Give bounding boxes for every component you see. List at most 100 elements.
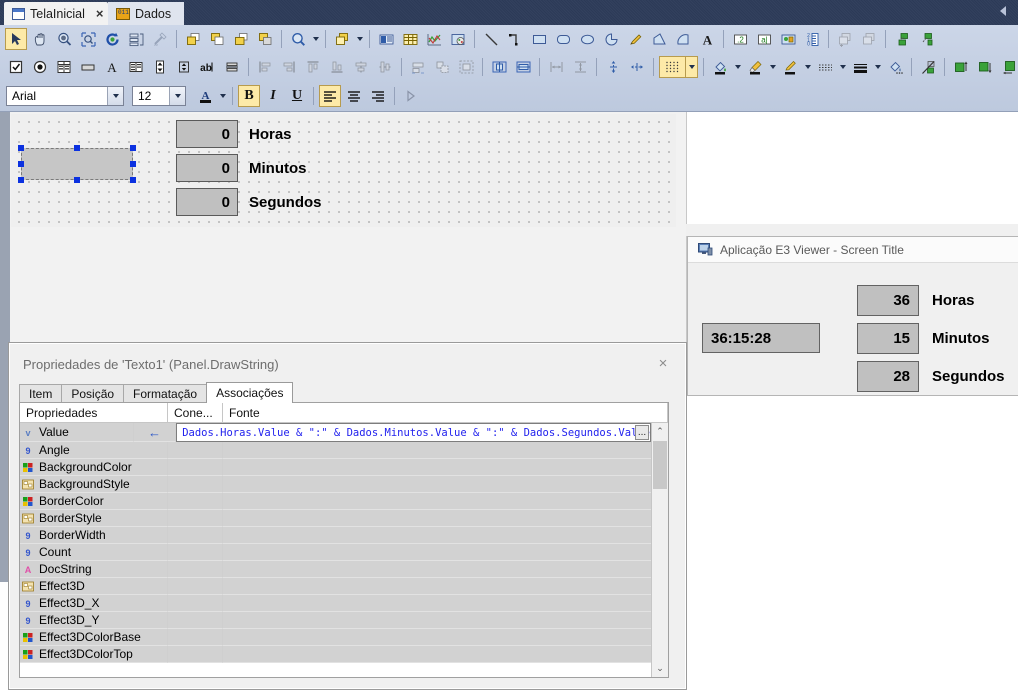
font-size-dropdown-icon[interactable] <box>169 87 185 105</box>
row-property-cell[interactable]: A DocString <box>20 561 168 578</box>
make-same-size-tool[interactable] <box>431 56 453 78</box>
italic-button[interactable]: I <box>262 85 284 107</box>
row-source-cell[interactable] <box>223 442 651 459</box>
tab-formatacao[interactable]: Formatação <box>123 384 208 403</box>
row-source-cell[interactable] <box>223 510 651 527</box>
table-row[interactable]: 9 Effect3D_Y <box>20 612 651 629</box>
scrollbar-thumb[interactable] <box>653 441 667 489</box>
row-connection-cell[interactable] <box>168 544 223 561</box>
group-tool[interactable] <box>331 28 353 50</box>
selected-text-object[interactable] <box>21 148 133 180</box>
center-horizontally-tool[interactable] <box>488 56 510 78</box>
row-connection-cell[interactable] <box>168 612 223 629</box>
table-row[interactable]: 9 Effect3D_X <box>20 595 651 612</box>
row-property-cell[interactable]: Effect3DColorBase <box>20 629 168 646</box>
toolbar-overflow-icon[interactable] <box>400 85 422 107</box>
font-size-combo[interactable]: 12 <box>132 86 186 106</box>
distribute-horizontal-tool[interactable] <box>602 56 624 78</box>
table-row[interactable]: BackgroundColor <box>20 459 651 476</box>
tab-item[interactable]: Item <box>19 384 63 403</box>
link-object-tool[interactable] <box>891 28 913 50</box>
row-source-cell[interactable] <box>223 476 651 493</box>
resize-handle-nw[interactable] <box>18 145 24 151</box>
send-to-back-tool[interactable] <box>206 28 228 50</box>
refresh-tool[interactable] <box>101 28 123 50</box>
font-family-dropdown-icon[interactable] <box>107 87 123 105</box>
row-source-cell[interactable] <box>223 646 651 663</box>
align-center-horizontal-tool[interactable] <box>350 56 372 78</box>
resize-handle-n[interactable] <box>74 145 80 151</box>
tab-close-icon[interactable]: × <box>96 7 104 20</box>
table-row[interactable]: Effect3DColorTop <box>20 646 651 663</box>
insert-display-tool[interactable] <box>375 28 397 50</box>
align-top-tool[interactable] <box>302 56 324 78</box>
row-connection-cell[interactable] <box>168 527 223 544</box>
row-connection-cell[interactable] <box>168 510 223 527</box>
line-style-dropdown-icon[interactable] <box>837 56 848 78</box>
draw-polyline-tool[interactable] <box>504 28 526 50</box>
row-property-cell[interactable]: 9 BorderWidth <box>20 527 168 544</box>
row-property-cell[interactable]: Effect3D <box>20 578 168 595</box>
viewer-display-segundos[interactable]: 28 <box>857 361 919 392</box>
collapse-left-arrow-icon[interactable] <box>1000 6 1006 16</box>
bold-button[interactable]: B <box>238 85 260 107</box>
insert-object-tool[interactable] <box>777 28 799 50</box>
insert-grid-tool[interactable] <box>399 28 421 50</box>
zoom-level-tool[interactable] <box>287 28 309 50</box>
viewer-display-horas[interactable]: 36 <box>857 285 919 316</box>
unlink-object-tool[interactable] <box>915 28 937 50</box>
display-minutos[interactable]: 0 <box>176 154 238 182</box>
listbox-control-tool[interactable] <box>53 56 75 78</box>
align-right-button[interactable] <box>367 85 389 107</box>
font-family-combo[interactable]: Arial <box>6 86 124 106</box>
align-bottom-tool[interactable] <box>326 56 348 78</box>
row-source-cell[interactable]: Dados.Horas.Value & ":" & Dados.Minutos.… <box>176 423 651 442</box>
zoom-level-dropdown-icon[interactable] <box>310 28 321 50</box>
zoom-tool[interactable] <box>53 28 75 50</box>
row-property-cell[interactable]: 9 Effect3D_X <box>20 595 168 612</box>
draw-pencil-tool[interactable] <box>624 28 646 50</box>
insert-text-tool[interactable]: A <box>696 28 718 50</box>
underline-button[interactable]: U <box>286 85 308 107</box>
draw-arc-tool[interactable] <box>672 28 694 50</box>
pan-hand-tool[interactable] <box>29 28 51 50</box>
make-same-width-tool[interactable] <box>407 56 429 78</box>
textbox-control-tool[interactable]: ab <box>197 56 219 78</box>
align-center-vertical-tool[interactable] <box>374 56 396 78</box>
fill-color-tool[interactable] <box>709 56 731 78</box>
row-property-cell[interactable]: 9 Effect3D_Y <box>20 612 168 629</box>
row-source-cell[interactable] <box>223 629 651 646</box>
viewer-content[interactable]: 36:15:28 36 Horas 15 Minutos 28 Segundos <box>688 263 1018 395</box>
row-property-cell[interactable]: BackgroundStyle <box>20 476 168 493</box>
row-source-cell[interactable] <box>223 493 651 510</box>
row-source-cell[interactable] <box>223 595 651 612</box>
properties-dialog[interactable]: Propriedades de 'Texto1' (Panel.DrawStri… <box>8 342 687 690</box>
row-connection-cell[interactable] <box>168 493 223 510</box>
row-connection-cell[interactable] <box>168 459 223 476</box>
row-connection-cell[interactable] <box>168 595 223 612</box>
align-left-button[interactable] <box>319 85 341 107</box>
row-connection-cell[interactable] <box>168 578 223 595</box>
associations-grid[interactable]: Propriedades Cone... Fonte v Value ← Dad… <box>19 402 669 678</box>
resize-handle-w[interactable] <box>18 161 24 167</box>
table-row[interactable]: Effect3DColorBase <box>20 629 651 646</box>
group-dropdown-icon[interactable] <box>354 28 365 50</box>
zoom-region-tool[interactable] <box>77 28 99 50</box>
row-property-cell[interactable]: BorderColor <box>20 493 168 510</box>
send-backward-tool[interactable] <box>254 28 276 50</box>
line-style-tool[interactable] <box>814 56 836 78</box>
fill-color-dropdown-icon[interactable] <box>732 56 743 78</box>
table-row[interactable]: 9 Angle <box>20 442 651 459</box>
list-properties-tool[interactable] <box>125 28 147 50</box>
draw-ellipse-tool[interactable] <box>576 28 598 50</box>
row-source-cell[interactable] <box>223 612 651 629</box>
table-row[interactable]: 9 Count <box>20 544 651 561</box>
formula-editor-button[interactable]: ... <box>635 425 649 440</box>
draw-rectangle-tool[interactable] <box>528 28 550 50</box>
brush-style-tool[interactable] <box>744 56 766 78</box>
table-row[interactable]: Effect3D <box>20 578 651 595</box>
insert-image-tool[interactable] <box>447 28 469 50</box>
scroll-up-button[interactable]: ⌃ <box>652 423 668 440</box>
tab-posicao[interactable]: Posição <box>61 384 125 403</box>
draw-polygon-tool[interactable] <box>648 28 670 50</box>
